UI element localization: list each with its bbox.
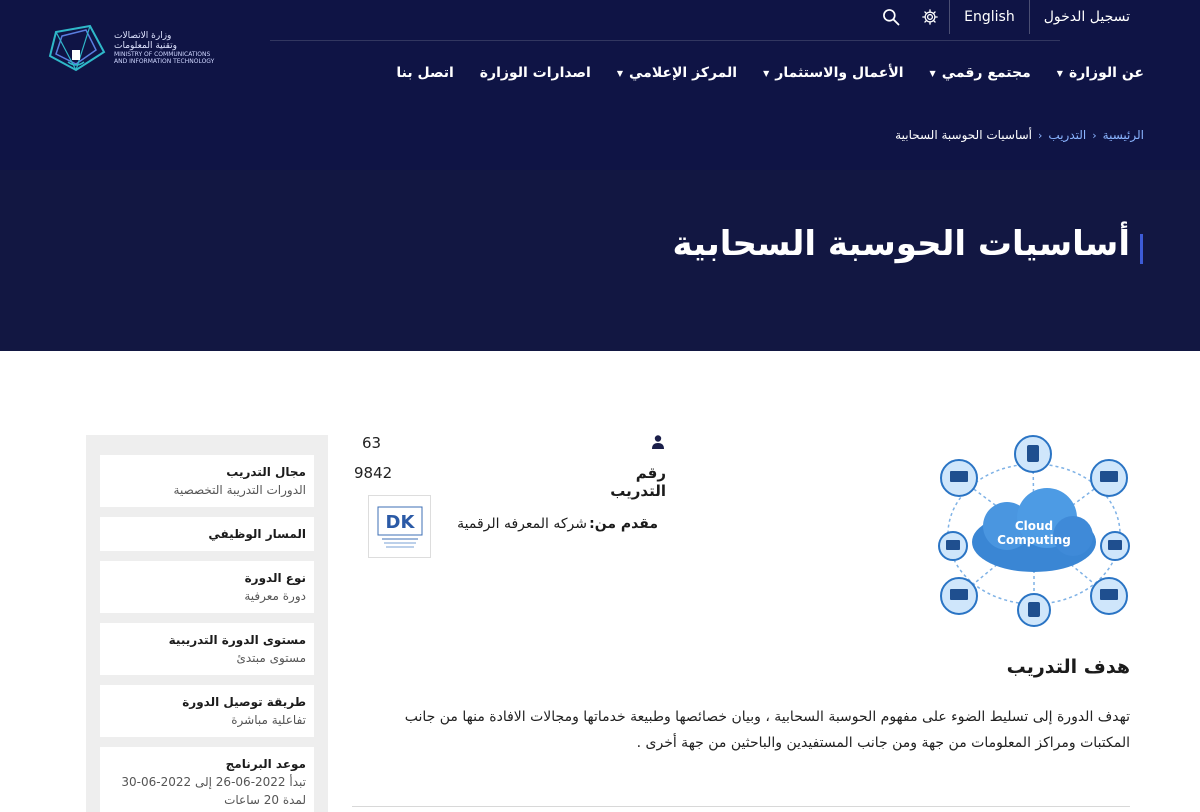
- logo-en-line1: MINISTRY OF COMMUNICATIONS: [114, 51, 211, 58]
- detail-card-level: مستوى الدورة التدريبية مستوى مبتدئ: [100, 623, 314, 675]
- detail-card-field: مجال التدريب الدورات التدريبة التخصصية: [100, 455, 314, 507]
- nav-item-label: مجتمع رقمي: [941, 65, 1031, 81]
- search-button[interactable]: [871, 0, 911, 34]
- main-nav: عن الوزارة ▼ مجتمع رقمي ▼ الأعمال والاست…: [396, 58, 1144, 88]
- logo-emblem-icon: [48, 24, 106, 72]
- breadcrumb-training[interactable]: التدريب: [1048, 128, 1086, 142]
- header-divider: [270, 40, 1060, 41]
- detail-key: مجال التدريب: [226, 465, 306, 479]
- chevron-down-icon: ▼: [929, 68, 936, 78]
- page-title: أساسيات الحوسبة السحابية: [672, 224, 1130, 264]
- provider-name[interactable]: شركه المعرفه الرقمية: [445, 516, 587, 532]
- nav-item-digital-society[interactable]: مجتمع رقمي ▼: [930, 65, 1031, 81]
- nav-item-label: عن الوزارة: [1068, 65, 1144, 81]
- title-accent-bar: [1140, 234, 1143, 264]
- detail-card-course-type: نوع الدورة دورة معرفية: [100, 561, 314, 613]
- detail-key: طريقة توصيل الدورة: [182, 695, 306, 709]
- detail-value-duration: لمدة 20 ساعات: [224, 793, 306, 807]
- site-header: وزارة الاتصالات وتقنية المعلومات MINISTR…: [0, 0, 1200, 170]
- nav-item-label: المركز الإعلامي: [628, 65, 738, 81]
- logo-ar-line1: وزارة الاتصالات: [114, 31, 172, 41]
- provider-label: مقدم من:: [589, 516, 658, 532]
- chevron-down-icon: ▼: [616, 68, 623, 78]
- breadcrumb-current: أساسيات الحوسبة السحابية: [895, 128, 1033, 142]
- cloud-computing-illustration: Cloud Computing: [938, 435, 1130, 627]
- provider-logo[interactable]: DK: [368, 495, 431, 558]
- breadcrumb: الرئيسية ‹ التدريب ‹ أساسيات الحوسبة الس…: [895, 128, 1144, 142]
- cloud-label-1: Cloud: [1015, 519, 1053, 533]
- chevron-down-icon: ▼: [1056, 68, 1063, 78]
- chevron-down-icon: ▼: [763, 68, 770, 78]
- nav-item-label: الأعمال والاستثمار: [775, 65, 904, 81]
- detail-key: موعد البرنامج: [225, 757, 306, 771]
- detail-card-delivery: طريقة توصيل الدورة تفاعلية مباشرة: [100, 685, 314, 737]
- detail-key: نوع الدورة: [244, 571, 306, 585]
- goal-description: تهدف الدورة إلى تسليط الضوء على مفهوم ال…: [404, 709, 1130, 751]
- search-icon: [883, 9, 900, 26]
- detail-card-career-path: المسار الوظيفي: [100, 517, 314, 551]
- ministry-logo[interactable]: وزارة الاتصالات وتقنية المعلومات MINISTR…: [46, 22, 226, 74]
- chevron-left-icon: ‹: [1092, 128, 1097, 142]
- goal-title: هدف التدريب: [1006, 656, 1130, 678]
- settings-button[interactable]: [911, 0, 949, 34]
- topbar-divider: [1028, 0, 1030, 34]
- logo-text: وزارة الاتصالات وتقنية المعلومات MINISTR…: [114, 31, 214, 65]
- content-divider: [352, 806, 1130, 807]
- language-toggle[interactable]: English: [950, 0, 1029, 34]
- breadcrumb-home[interactable]: الرئيسية: [1103, 128, 1144, 142]
- nav-item-label: اصدارات الوزارة: [479, 65, 591, 81]
- course-image: Cloud Computing: [937, 434, 1131, 628]
- detail-value: تبدأ 2022-06-26 إلى 2022-06-30: [121, 775, 306, 789]
- nav-item-contact[interactable]: اتصل بنا: [396, 65, 453, 81]
- detail-key: مستوى الدورة التدريبية: [168, 633, 306, 647]
- detail-value: دورة معرفية: [244, 589, 306, 603]
- topbar-divider: [949, 0, 951, 34]
- provider-logo-image: DK: [377, 506, 422, 547]
- nav-item-business[interactable]: الأعمال والاستثمار ▼: [763, 65, 903, 81]
- user-icon: [652, 435, 664, 449]
- logo-en-line2: AND INFORMATION TECHNOLOGY: [114, 58, 215, 65]
- detail-key: المسار الوظيفي: [208, 527, 306, 541]
- training-number-value: 9842: [354, 464, 393, 482]
- chevron-left-icon: ‹: [1038, 128, 1043, 142]
- training-number-label: رقم التدريب: [610, 464, 666, 500]
- detail-value: مستوى مبتدئ: [236, 651, 306, 665]
- top-bar: تسجيل الدخول English: [871, 0, 1144, 34]
- participants-count: 63: [362, 434, 382, 452]
- detail-value: تفاعلية مباشرة: [231, 713, 306, 727]
- cloud-label-2: Computing: [997, 533, 1071, 547]
- detail-value: الدورات التدريبة التخصصية: [173, 483, 306, 497]
- login-link[interactable]: تسجيل الدخول: [1030, 0, 1144, 34]
- nav-item-publications[interactable]: اصدارات الوزارة: [480, 65, 591, 81]
- detail-card-schedule: موعد البرنامج تبدأ 2022-06-26 إلى 2022-0…: [100, 747, 314, 812]
- nav-item-label: اتصل بنا: [396, 65, 454, 81]
- provider-logo-text: DK: [385, 512, 415, 533]
- logo-ar-line2: وتقنية المعلومات: [114, 41, 177, 51]
- nav-item-media-center[interactable]: المركز الإعلامي ▼: [617, 65, 737, 81]
- nav-item-about[interactable]: عن الوزارة ▼: [1057, 65, 1144, 81]
- gear-icon: [922, 9, 938, 25]
- course-details-sidebar: مجال التدريب الدورات التدريبة التخصصية ا…: [86, 435, 328, 812]
